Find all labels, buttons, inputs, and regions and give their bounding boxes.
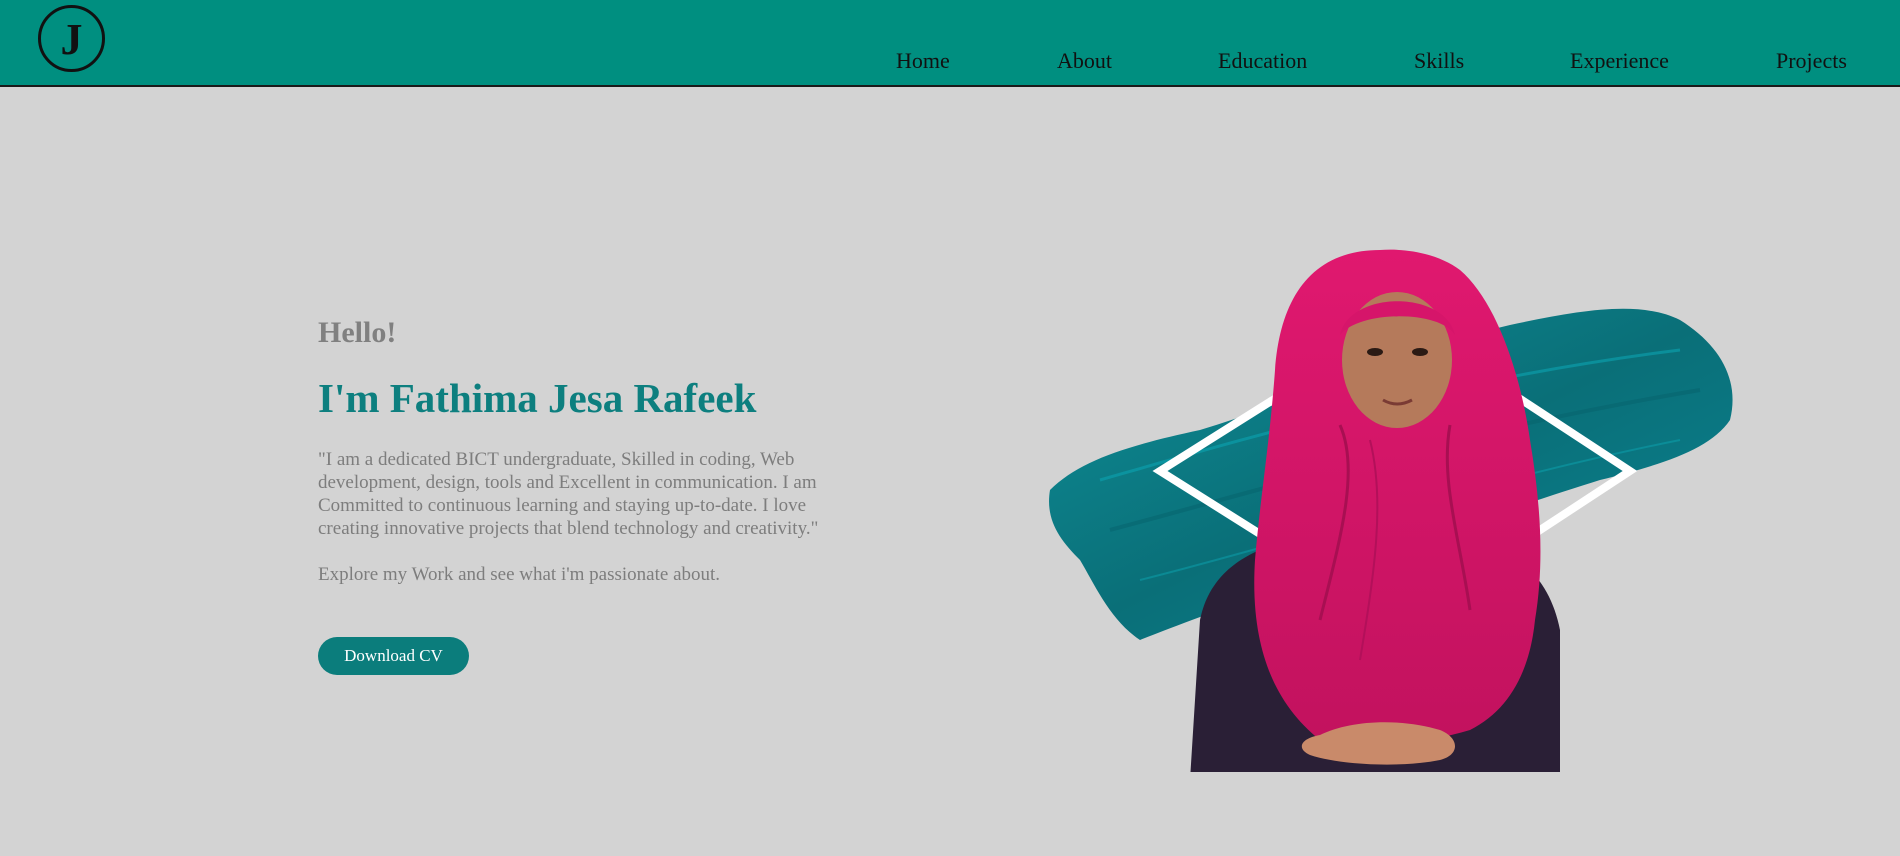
top-navbar: J Home About Education Skills Experience… [0, 0, 1900, 87]
profile-photo [1049, 249, 1733, 780]
hero-name: I'm Fathima Jesa Rafeek [318, 375, 757, 421]
logo[interactable]: J [38, 5, 105, 72]
nav-projects[interactable]: Projects [1776, 48, 1847, 74]
nav-education[interactable]: Education [1218, 48, 1307, 74]
nav-about[interactable]: About [1057, 48, 1112, 74]
download-cv-button[interactable]: Download CV [318, 637, 469, 675]
nav-experience[interactable]: Experience [1570, 48, 1669, 74]
hero-greeting: Hello! [318, 316, 397, 349]
nav-home[interactable]: Home [896, 48, 950, 74]
hero-description: "I am a dedicated BICT undergraduate, Sk… [318, 449, 819, 539]
nav-skills[interactable]: Skills [1414, 48, 1464, 74]
logo-letter: J [60, 14, 83, 64]
hero-explore-text: Explore my Work and see what i'm passion… [318, 564, 721, 585]
